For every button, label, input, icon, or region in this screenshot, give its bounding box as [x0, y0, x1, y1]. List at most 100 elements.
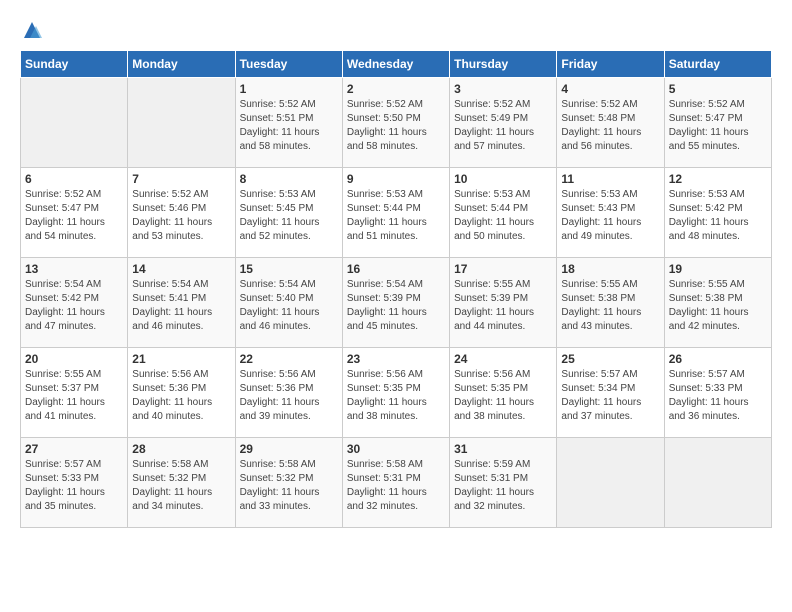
day-info: Sunrise: 5:57 AM Sunset: 5:34 PM Dayligh…	[561, 368, 659, 424]
calendar-cell: 21 Sunrise: 5:56 AM Sunset: 5:36 PM Dayli…	[128, 348, 235, 438]
day-info: Sunrise: 5:56 AM Sunset: 5:36 PM Dayligh…	[240, 368, 338, 424]
day-number: 1	[240, 82, 338, 96]
calendar-header-row: SundayMondayTuesdayWednesdayThursdayFrid…	[21, 51, 772, 78]
day-number: 30	[347, 442, 445, 456]
day-number: 11	[561, 172, 659, 186]
day-number: 18	[561, 262, 659, 276]
day-info: Sunrise: 5:53 AM Sunset: 5:45 PM Dayligh…	[240, 188, 338, 244]
day-header-thursday: Thursday	[450, 51, 557, 78]
day-number: 29	[240, 442, 338, 456]
day-header-monday: Monday	[128, 51, 235, 78]
day-info: Sunrise: 5:53 AM Sunset: 5:43 PM Dayligh…	[561, 188, 659, 244]
day-number: 5	[669, 82, 767, 96]
day-number: 28	[132, 442, 230, 456]
day-info: Sunrise: 5:57 AM Sunset: 5:33 PM Dayligh…	[669, 368, 767, 424]
calendar-cell: 5 Sunrise: 5:52 AM Sunset: 5:47 PM Daylig…	[664, 78, 771, 168]
calendar-cell: 1Sunrise: 5:52 AM Sunset: 5:51 PM Daylig…	[235, 78, 342, 168]
day-info: Sunrise: 5:52 AM Sunset: 5:47 PM Dayligh…	[25, 188, 123, 244]
day-number: 6	[25, 172, 123, 186]
calendar-cell: 16Sunrise: 5:54 AM Sunset: 5:39 PM Dayli…	[342, 258, 449, 348]
calendar-cell: 2 Sunrise: 5:52 AM Sunset: 5:50 PM Daylig…	[342, 78, 449, 168]
calendar-cell: 29 Sunrise: 5:58 AM Sunset: 5:32 PM Dayli…	[235, 438, 342, 528]
calendar-cell: 31 Sunrise: 5:59 AM Sunset: 5:31 PM Dayli…	[450, 438, 557, 528]
calendar-week-row: 6 Sunrise: 5:52 AM Sunset: 5:47 PM Daylig…	[21, 168, 772, 258]
day-info: Sunrise: 5:52 AM Sunset: 5:47 PM Dayligh…	[669, 98, 767, 154]
calendar-cell: 17Sunrise: 5:55 AM Sunset: 5:39 PM Dayli…	[450, 258, 557, 348]
day-info: Sunrise: 5:56 AM Sunset: 5:35 PM Dayligh…	[347, 368, 445, 424]
day-number: 17	[454, 262, 552, 276]
calendar-week-row: 20Sunrise: 5:55 AM Sunset: 5:37 PM Dayli…	[21, 348, 772, 438]
day-number: 14	[132, 262, 230, 276]
calendar-cell: 25Sunrise: 5:57 AM Sunset: 5:34 PM Dayli…	[557, 348, 664, 438]
day-number: 12	[669, 172, 767, 186]
calendar-cell: 6 Sunrise: 5:52 AM Sunset: 5:47 PM Daylig…	[21, 168, 128, 258]
day-number: 22	[240, 352, 338, 366]
day-number: 21	[132, 352, 230, 366]
day-number: 27	[25, 442, 123, 456]
calendar-table: SundayMondayTuesdayWednesdayThursdayFrid…	[20, 50, 772, 528]
day-header-sunday: Sunday	[21, 51, 128, 78]
day-number: 9	[347, 172, 445, 186]
day-info: Sunrise: 5:58 AM Sunset: 5:32 PM Dayligh…	[132, 458, 230, 514]
calendar-cell: 27Sunrise: 5:57 AM Sunset: 5:33 PM Dayli…	[21, 438, 128, 528]
day-info: Sunrise: 5:53 AM Sunset: 5:44 PM Dayligh…	[347, 188, 445, 244]
day-number: 2	[347, 82, 445, 96]
day-number: 7	[132, 172, 230, 186]
day-header-friday: Friday	[557, 51, 664, 78]
calendar-cell	[21, 78, 128, 168]
day-number: 15	[240, 262, 338, 276]
day-info: Sunrise: 5:53 AM Sunset: 5:42 PM Dayligh…	[669, 188, 767, 244]
day-number: 16	[347, 262, 445, 276]
calendar-cell: 4 Sunrise: 5:52 AM Sunset: 5:48 PM Daylig…	[557, 78, 664, 168]
day-info: Sunrise: 5:54 AM Sunset: 5:42 PM Dayligh…	[25, 278, 123, 334]
calendar-cell	[664, 438, 771, 528]
day-number: 24	[454, 352, 552, 366]
calendar-cell: 23 Sunrise: 5:56 AM Sunset: 5:35 PM Dayli…	[342, 348, 449, 438]
day-info: Sunrise: 5:55 AM Sunset: 5:37 PM Dayligh…	[25, 368, 123, 424]
day-header-tuesday: Tuesday	[235, 51, 342, 78]
calendar-cell: 22 Sunrise: 5:56 AM Sunset: 5:36 PM Dayli…	[235, 348, 342, 438]
calendar-cell: 28 Sunrise: 5:58 AM Sunset: 5:32 PM Dayli…	[128, 438, 235, 528]
day-info: Sunrise: 5:52 AM Sunset: 5:49 PM Dayligh…	[454, 98, 552, 154]
calendar-cell: 30 Sunrise: 5:58 AM Sunset: 5:31 PM Dayli…	[342, 438, 449, 528]
day-number: 23	[347, 352, 445, 366]
calendar-cell: 3 Sunrise: 5:52 AM Sunset: 5:49 PM Daylig…	[450, 78, 557, 168]
calendar-cell: 9 Sunrise: 5:53 AM Sunset: 5:44 PM Daylig…	[342, 168, 449, 258]
day-info: Sunrise: 5:54 AM Sunset: 5:40 PM Dayligh…	[240, 278, 338, 334]
page-header	[20, 20, 772, 40]
day-number: 10	[454, 172, 552, 186]
day-info: Sunrise: 5:58 AM Sunset: 5:32 PM Dayligh…	[240, 458, 338, 514]
calendar-cell: 14Sunrise: 5:54 AM Sunset: 5:41 PM Dayli…	[128, 258, 235, 348]
day-info: Sunrise: 5:58 AM Sunset: 5:31 PM Dayligh…	[347, 458, 445, 514]
day-number: 31	[454, 442, 552, 456]
day-number: 26	[669, 352, 767, 366]
calendar-cell: 11 Sunrise: 5:53 AM Sunset: 5:43 PM Dayli…	[557, 168, 664, 258]
day-info: Sunrise: 5:55 AM Sunset: 5:38 PM Dayligh…	[669, 278, 767, 334]
day-number: 4	[561, 82, 659, 96]
calendar-cell: 15 Sunrise: 5:54 AM Sunset: 5:40 PM Dayli…	[235, 258, 342, 348]
day-number: 3	[454, 82, 552, 96]
calendar-cell: 24 Sunrise: 5:56 AM Sunset: 5:35 PM Dayli…	[450, 348, 557, 438]
day-header-wednesday: Wednesday	[342, 51, 449, 78]
day-number: 8	[240, 172, 338, 186]
calendar-cell: 26 Sunrise: 5:57 AM Sunset: 5:33 PM Dayli…	[664, 348, 771, 438]
day-info: Sunrise: 5:55 AM Sunset: 5:38 PM Dayligh…	[561, 278, 659, 334]
calendar-cell: 7Sunrise: 5:52 AM Sunset: 5:46 PM Daylig…	[128, 168, 235, 258]
calendar-cell: 13Sunrise: 5:54 AM Sunset: 5:42 PM Dayli…	[21, 258, 128, 348]
calendar-cell: 12 Sunrise: 5:53 AM Sunset: 5:42 PM Dayli…	[664, 168, 771, 258]
calendar-cell	[557, 438, 664, 528]
day-info: Sunrise: 5:59 AM Sunset: 5:31 PM Dayligh…	[454, 458, 552, 514]
day-info: Sunrise: 5:56 AM Sunset: 5:35 PM Dayligh…	[454, 368, 552, 424]
day-info: Sunrise: 5:56 AM Sunset: 5:36 PM Dayligh…	[132, 368, 230, 424]
calendar-cell: 19 Sunrise: 5:55 AM Sunset: 5:38 PM Dayli…	[664, 258, 771, 348]
day-info: Sunrise: 5:53 AM Sunset: 5:44 PM Dayligh…	[454, 188, 552, 244]
calendar-week-row: 27Sunrise: 5:57 AM Sunset: 5:33 PM Dayli…	[21, 438, 772, 528]
day-info: Sunrise: 5:52 AM Sunset: 5:48 PM Dayligh…	[561, 98, 659, 154]
day-number: 19	[669, 262, 767, 276]
day-info: Sunrise: 5:52 AM Sunset: 5:50 PM Dayligh…	[347, 98, 445, 154]
calendar-week-row: 1Sunrise: 5:52 AM Sunset: 5:51 PM Daylig…	[21, 78, 772, 168]
calendar-cell: 18 Sunrise: 5:55 AM Sunset: 5:38 PM Dayli…	[557, 258, 664, 348]
calendar-cell: 8 Sunrise: 5:53 AM Sunset: 5:45 PM Daylig…	[235, 168, 342, 258]
logo	[20, 20, 42, 40]
calendar-cell	[128, 78, 235, 168]
